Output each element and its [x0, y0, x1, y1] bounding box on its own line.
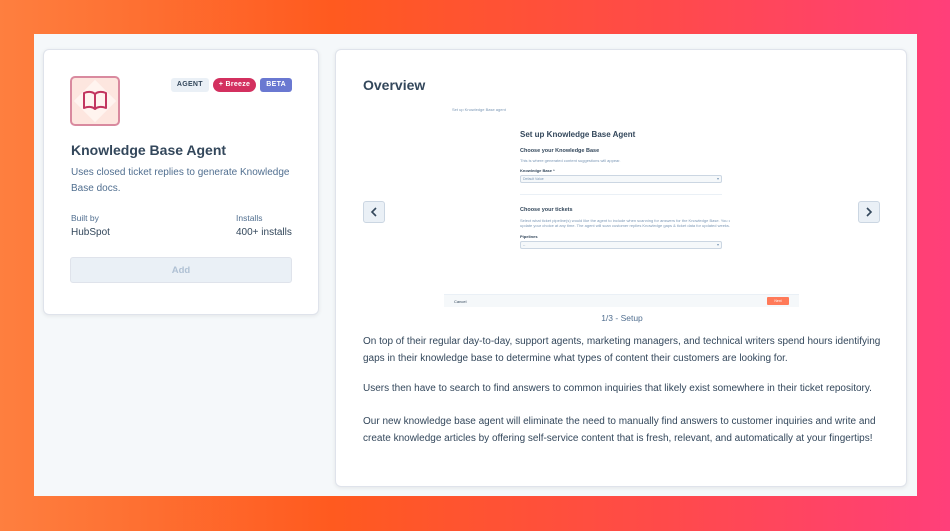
preview-kb-value: Default Value [523, 177, 544, 181]
overview-title: Overview [363, 77, 426, 93]
app-description: Uses closed ticket replies to generate K… [71, 167, 290, 194]
beta-badge: BETA [260, 78, 292, 92]
preview-kb-label: Knowledge Base * [520, 168, 555, 173]
overview-paragraph-2: Users then have to search to find answer… [363, 383, 872, 394]
add-button[interactable]: Add [70, 257, 292, 283]
preview-next-button: Next [767, 297, 789, 305]
preview-divider [520, 194, 722, 195]
preview-section2-sub-2: update your choice at any time. The agen… [520, 223, 730, 228]
built-by-label: Built by [71, 213, 99, 223]
overview-paragraph-3: Our new knowledge base agent will elimin… [363, 416, 876, 444]
preview-breadcrumb: Set up Knowledge Base agent [452, 107, 506, 112]
preview-section1-sub: This is where generated content suggesti… [520, 158, 621, 163]
preview-heading: Set up Knowledge Base Agent [520, 130, 636, 139]
preview-pipeline-select: -- ▾ [520, 241, 722, 249]
installs-value: 400+ installs [236, 227, 292, 238]
preview-pipeline-label: Pipelines [520, 234, 538, 239]
chevron-down-icon: ▾ [716, 176, 719, 181]
app-page: AGENT + Breeze BETA Knowledge Base Agent… [34, 34, 917, 496]
built-by-value: HubSpot [71, 227, 110, 238]
carousel-caption: 1/3 - Setup [601, 313, 643, 323]
preview-section1-title: Choose your Knowledge Base [520, 148, 600, 154]
app-summary-card: AGENT + Breeze BETA Knowledge Base Agent… [43, 49, 319, 315]
app-title: Knowledge Base Agent [71, 142, 227, 158]
book-icon [83, 90, 107, 110]
app-logo [70, 76, 120, 126]
installs-label: Installs [236, 213, 263, 223]
chevron-down-icon: ▾ [716, 242, 719, 247]
overview-paragraph-1: On top of their regular day-to-day, supp… [363, 336, 881, 364]
badge-group: AGENT + Breeze BETA [170, 78, 292, 92]
preview-cancel-button: Cancel [454, 299, 467, 304]
chevron-left-icon [370, 207, 377, 217]
preview-pipeline-value: -- [523, 243, 526, 247]
preview-section2-title: Choose your tickets [520, 207, 573, 213]
overview-card: Overview Set up Knowledge Base agent Set… [335, 49, 907, 487]
breeze-badge: + Breeze [212, 78, 257, 92]
chevron-right-icon [866, 207, 873, 217]
preview-kb-select: Default Value ▾ [520, 175, 722, 183]
agent-badge: AGENT [170, 78, 209, 92]
carousel-next-button[interactable] [858, 201, 880, 223]
preview-footer: Cancel Next [444, 294, 799, 307]
carousel-prev-button[interactable] [363, 201, 385, 223]
setup-screenshot-preview: Set up Knowledge Base agent Set up Knowl… [444, 105, 799, 307]
